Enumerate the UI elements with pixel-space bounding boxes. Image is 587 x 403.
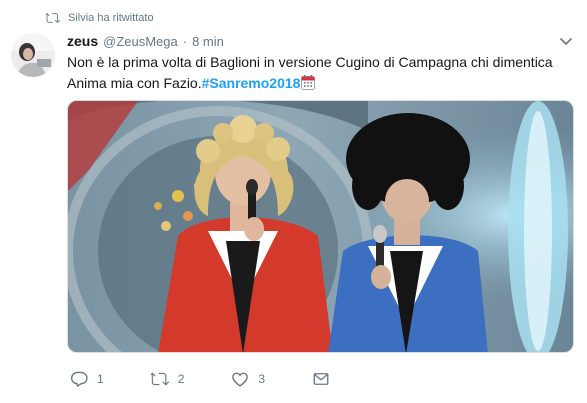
envelope-icon: [313, 373, 329, 385]
tweet-text-line2: Anima mia con Fazio.#Sanremo2018: [67, 73, 567, 94]
tweet-header: zeus @ZeusMega · 8 min: [67, 33, 224, 51]
tweet-text-line1: Non è la prima volta di Baglioni in vers…: [67, 54, 553, 70]
tweet-actions: 1 2 3: [70, 369, 377, 389]
retweet-icon: [150, 372, 169, 386]
tweet-text: Non è la prima volta di Baglioni in vers…: [67, 52, 567, 94]
user-avatar: [11, 33, 55, 77]
video-thumbnail: [68, 101, 573, 352]
reply-icon: [70, 371, 88, 387]
like-count: 3: [258, 372, 266, 386]
tweet-text-part: Anima mia con Fazio.: [67, 75, 202, 91]
reply-count: 1: [97, 372, 104, 386]
media-thumbnail[interactable]: [67, 100, 574, 353]
retweet-icon: [46, 13, 60, 23]
like-button[interactable]: 3: [231, 370, 265, 388]
retweeted-by-label: Silvia ha ritwittato: [68, 12, 154, 24]
heart-icon: [232, 372, 249, 387]
calendar-emoji: [301, 75, 316, 90]
retweet-context[interactable]: Silvia ha ritwittato: [46, 9, 154, 27]
timestamp[interactable]: 8 min: [192, 34, 224, 49]
avatar[interactable]: [11, 33, 55, 77]
direct-message-button[interactable]: [312, 370, 330, 388]
author-handle[interactable]: @ZeusMega: [103, 34, 178, 49]
retweet-button[interactable]: 2: [150, 370, 185, 388]
chevron-down-icon[interactable]: [560, 37, 572, 47]
author-name[interactable]: zeus: [67, 33, 98, 49]
hashtag-link[interactable]: #Sanremo2018: [202, 75, 301, 91]
reply-button[interactable]: 1: [70, 370, 104, 388]
separator-dot: ·: [182, 34, 188, 49]
retweet-count: 2: [177, 372, 185, 386]
